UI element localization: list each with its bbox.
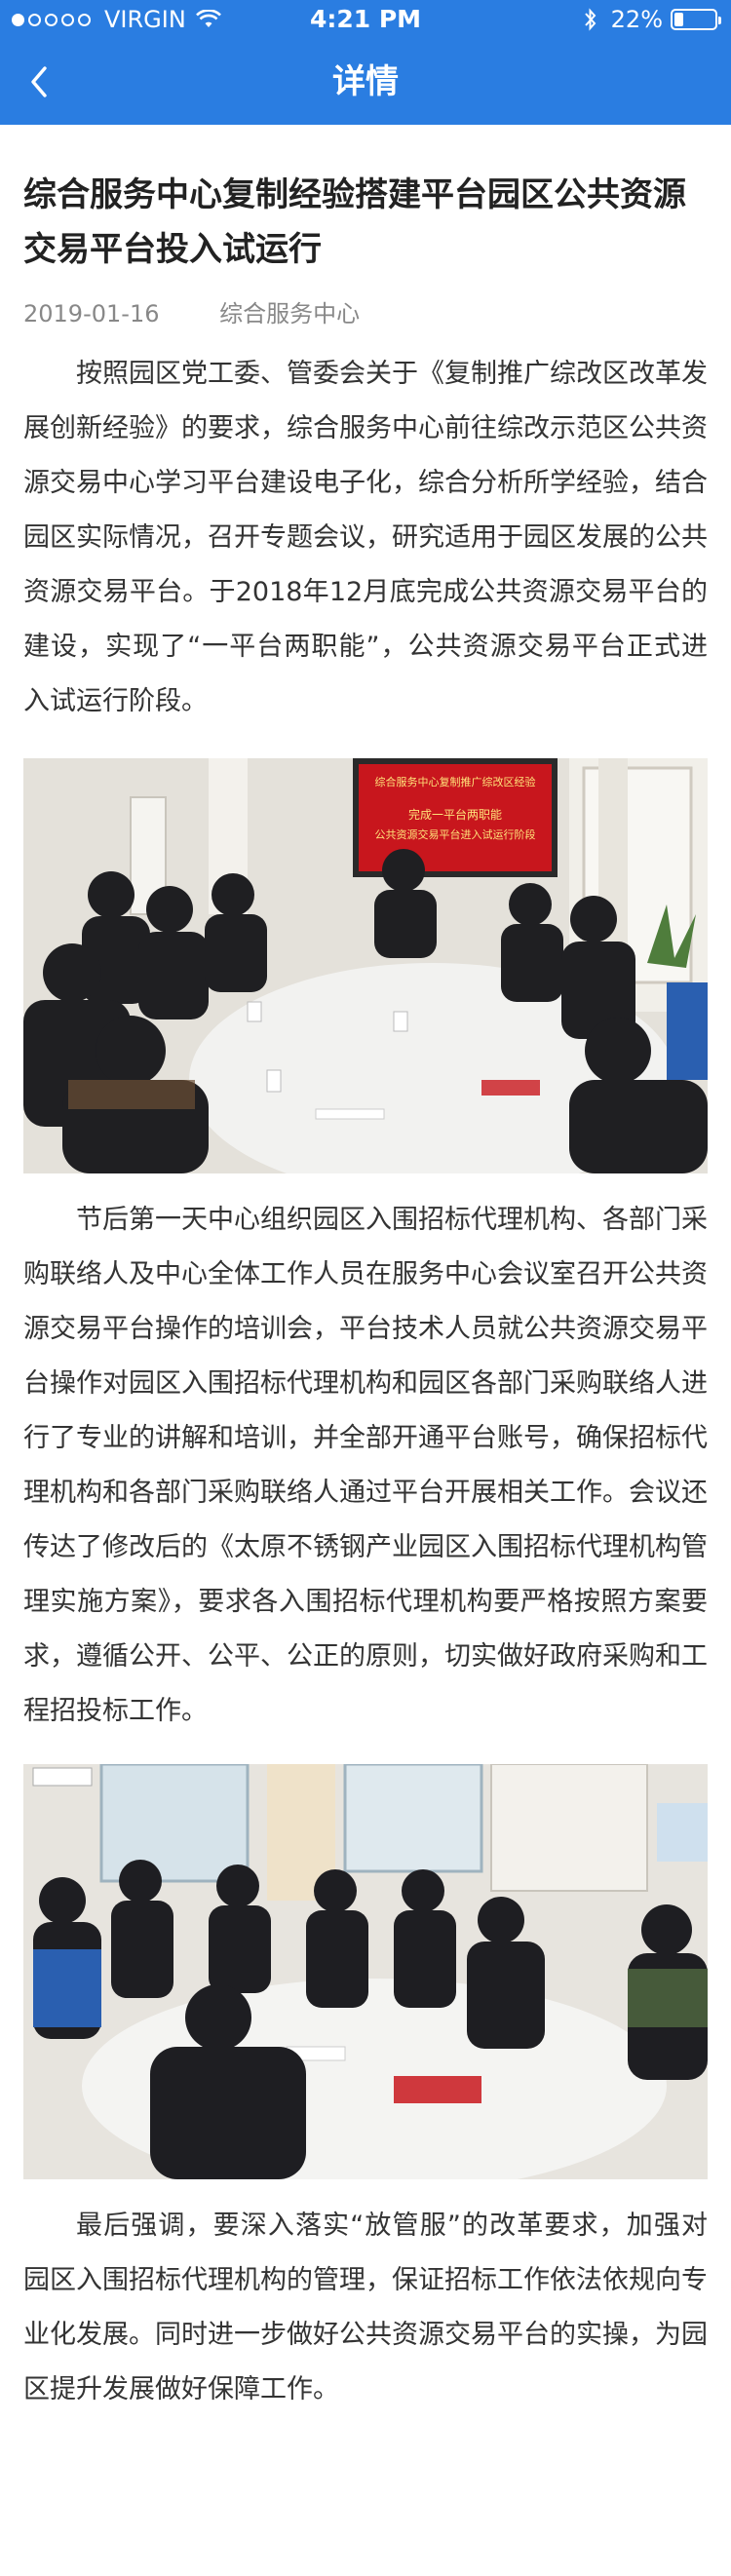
status-bar: VIRGIN 4:21 PM 22% <box>0 0 731 39</box>
article-paragraph: 节后第一天中心组织园区入围招标代理机构、各部门采购联络人及中心全体工作人员在服务… <box>23 1205 708 1726</box>
article-title: 综合服务中心复制经验搭建平台园区公共资源交易平台投入试运行 <box>23 175 686 269</box>
article-paragraph: 按照园区党工委、管委会关于《复制推广综改区改革发展创新经验》的要求，综合服务中心… <box>23 359 708 716</box>
meeting-photo-1-illustration: 综合服务中心复制推广综改区经验 完成一平台两职能 公共资源交易平台进入试运行阶段 <box>23 758 708 1173</box>
top-bar: VIRGIN 4:21 PM 22% 详情 <box>0 0 731 125</box>
screen-line-1: 综合服务中心复制推广综改区经验 <box>375 775 536 788</box>
battery-percent: 22% <box>610 6 663 33</box>
screen-line-2: 完成一平台两职能 <box>408 807 502 822</box>
status-right: 22% <box>584 6 721 33</box>
article-source: 综合服务中心 <box>219 300 361 327</box>
article: 综合服务中心复制经验搭建平台园区公共资源交易平台投入试运行 2019-01-16… <box>0 125 731 2417</box>
page-title: 详情 <box>332 62 399 101</box>
battery-icon <box>671 9 721 30</box>
meeting-photo-1: 综合服务中心复制推广综改区经验 完成一平台两职能 公共资源交易平台进入试运行阶段 <box>23 758 708 1173</box>
meeting-photo-2-illustration <box>23 1764 708 2179</box>
publish-date: 2019-01-16 <box>23 300 160 327</box>
article-meta: 2019-01-16 综合服务中心 <box>23 294 708 333</box>
battery-level <box>674 13 683 26</box>
article-paragraph: 最后强调，要深入落实“放管服”的改革要求，加强对园区入围招标代理机构的管理，保证… <box>23 2211 708 2404</box>
screen-line-3: 公共资源交易平台进入试运行阶段 <box>375 827 536 841</box>
bluetooth-icon <box>584 8 596 31</box>
nav-bar: 详情 <box>0 39 731 125</box>
meeting-photo-2 <box>23 1764 708 2179</box>
